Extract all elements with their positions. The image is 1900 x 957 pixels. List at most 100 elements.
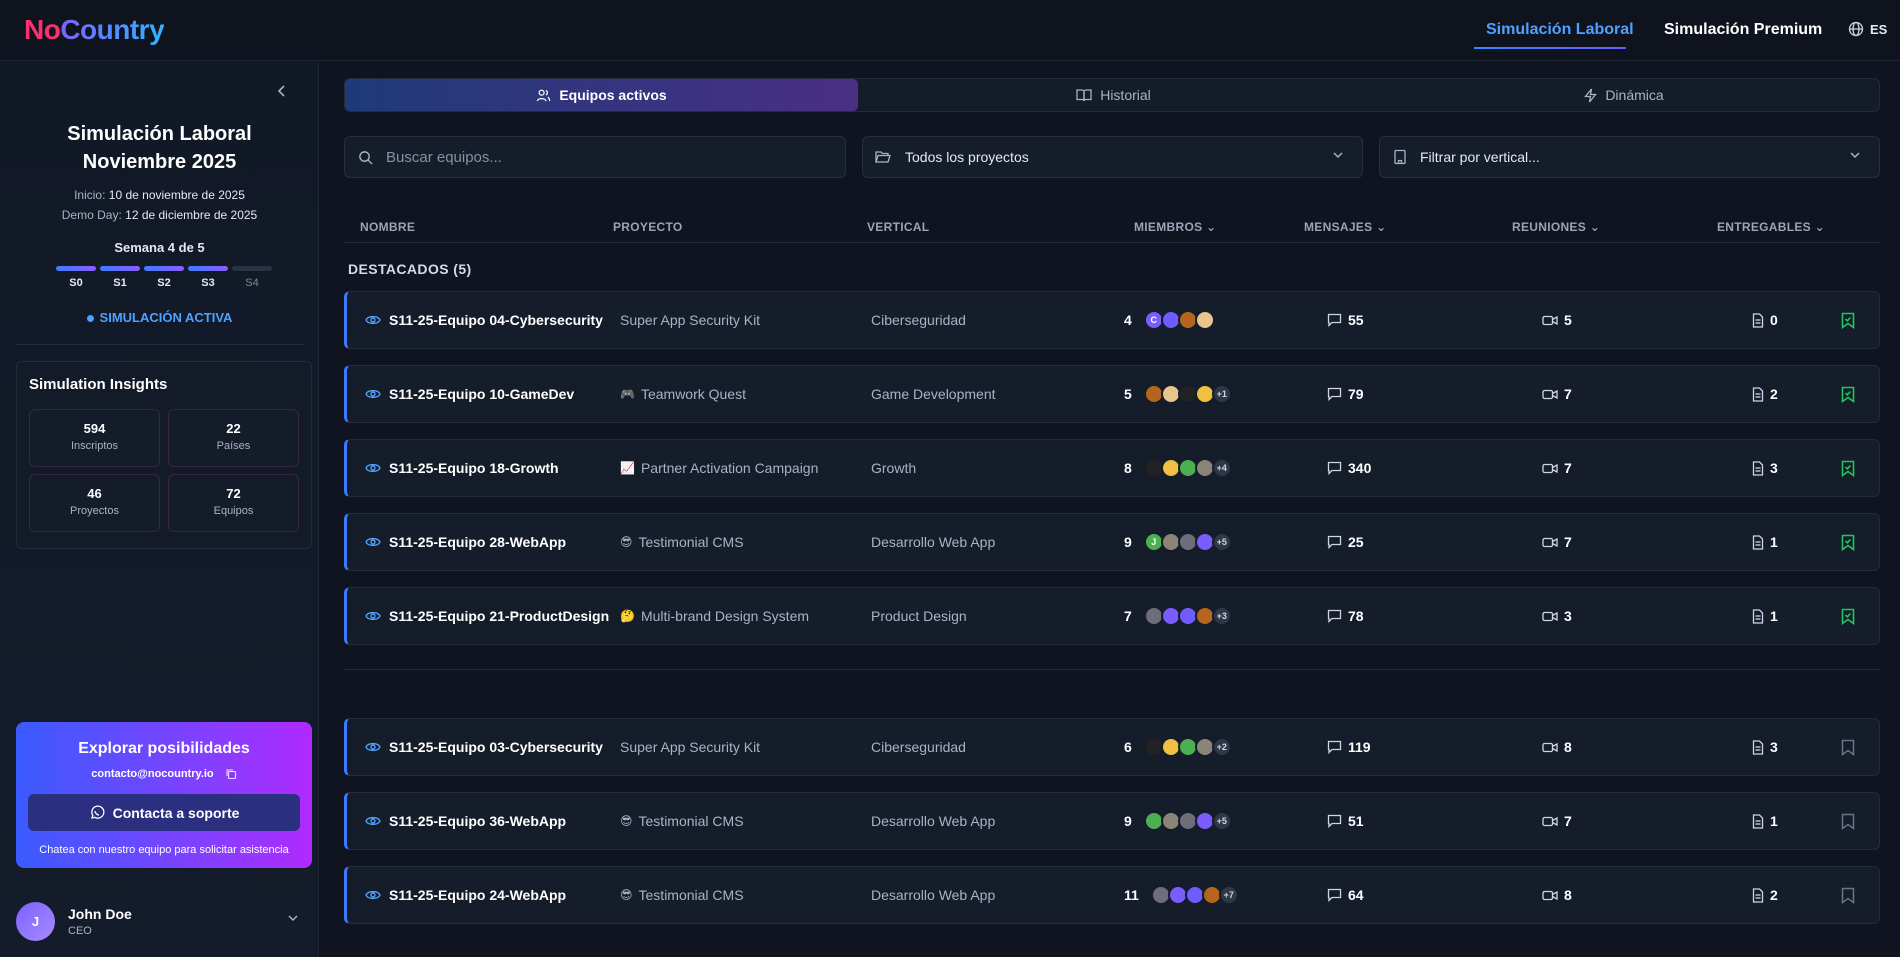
contact-support-button[interactable]: Contacta a soporte xyxy=(28,794,300,831)
member-avatars[interactable]: +3 xyxy=(1143,606,1232,626)
eye-icon[interactable] xyxy=(365,440,381,496)
tab-dinamica[interactable]: Dinámica xyxy=(1369,79,1879,111)
bookmark-check-icon[interactable] xyxy=(1841,366,1855,422)
deliverables-cell: 2 xyxy=(1752,366,1778,422)
copy-icon[interactable] xyxy=(225,768,237,780)
eye-icon[interactable] xyxy=(365,588,381,644)
bookmark-check-icon[interactable] xyxy=(1841,440,1855,496)
table-row[interactable]: S11-25-Equipo 36-WebApp 😎 Testimonial CMS D… xyxy=(344,792,1880,850)
messages-cell: 78 xyxy=(1327,588,1387,644)
column-header-reuniones[interactable]: REUNIONES ⌄ xyxy=(1512,220,1600,234)
column-header-mensajes[interactable]: MENSAJES ⌄ xyxy=(1304,220,1386,234)
team-name[interactable]: S11-25-Equipo 28-WebApp xyxy=(389,514,566,570)
eye-icon[interactable] xyxy=(365,719,381,775)
simulation-month: Noviembre 2025 xyxy=(82,151,237,173)
sort-chevron-icon: ⌄ xyxy=(1589,220,1601,234)
search-field[interactable]: Buscar equipos... xyxy=(344,136,846,178)
bookmark-icon[interactable] xyxy=(1841,867,1855,923)
column-header-entregables[interactable]: ENTREGABLES ⌄ xyxy=(1717,220,1825,234)
explore-title: Explorar posibilidades xyxy=(78,740,250,757)
search-input[interactable]: Buscar equipos... xyxy=(386,149,502,166)
member-avatars[interactable]: +2 xyxy=(1143,737,1232,757)
tab-historial[interactable]: Historial xyxy=(858,79,1369,111)
sidebar-divider xyxy=(16,344,304,345)
team-name[interactable]: S11-25-Equipo 24-WebApp xyxy=(389,867,566,923)
member-avatar xyxy=(1194,310,1215,330)
table-row[interactable]: S11-25-Equipo 04-Cybersecurity Super App … xyxy=(344,291,1880,349)
messages-cell: 55 xyxy=(1327,292,1387,348)
team-name[interactable]: S11-25-Equipo 03-Cybersecurity xyxy=(389,719,603,775)
week-segment-label: S1 xyxy=(113,277,127,289)
project-emoji-icon: 😎 xyxy=(620,535,633,549)
week-segment-label: S2 xyxy=(157,277,171,289)
meetings-cell: 3 xyxy=(1542,588,1572,644)
nav-simulacion-laboral[interactable]: Simulación Laboral xyxy=(1486,21,1634,39)
simulation-insights-card: Simulation Insights 594 Inscriptos 22 Pa… xyxy=(16,361,312,549)
project-select[interactable]: Todos los proyectos xyxy=(862,136,1363,178)
bookmark-icon[interactable] xyxy=(1841,793,1855,849)
table-row[interactable]: S11-25-Equipo 03-Cybersecurity Super App … xyxy=(344,718,1880,776)
sort-chevron-icon: ⌄ xyxy=(1814,220,1825,234)
user-menu[interactable]: J John Doe CEO xyxy=(16,900,306,944)
team-name[interactable]: S11-25-Equipo 10-GameDev xyxy=(389,366,574,422)
message-icon xyxy=(1327,313,1342,327)
week-segment: S4 xyxy=(232,266,272,289)
collapse-sidebar-chevron-icon[interactable] xyxy=(276,84,288,98)
column-header-label: ENTREGABLES xyxy=(1717,220,1811,234)
nav-simulacion-premium[interactable]: Simulación Premium xyxy=(1664,21,1822,39)
book-open-icon xyxy=(1076,88,1092,102)
table-row[interactable]: S11-25-Equipo 18-Growth 📈 Partner Activati… xyxy=(344,439,1880,497)
eye-icon[interactable] xyxy=(365,867,381,923)
insights-title: Simulation Insights xyxy=(29,376,168,393)
team-name[interactable]: S11-25-Equipo 04-Cybersecurity xyxy=(389,292,603,348)
featured-section-label: DESTACADOS (5) xyxy=(348,261,472,277)
more-members-badge: +7 xyxy=(1218,885,1239,905)
bookmark-check-icon[interactable] xyxy=(1841,514,1855,570)
week-segment-bar xyxy=(100,266,140,271)
top-navbar: NoCountry Simulación Laboral Simulación … xyxy=(0,0,1900,61)
table-row[interactable]: S11-25-Equipo 21-ProductDesign 🤔 Multi-bra… xyxy=(344,587,1880,645)
week-segment-bar xyxy=(188,266,228,271)
table-row[interactable]: S11-25-Equipo 10-GameDev 🎮 Teamwork Quest G… xyxy=(344,365,1880,423)
video-icon xyxy=(1542,816,1558,827)
column-header-miembros[interactable]: MIEMBROS ⌄ xyxy=(1134,220,1216,234)
week-segment-bar xyxy=(232,266,272,271)
eye-icon[interactable] xyxy=(365,514,381,570)
vertical-select[interactable]: Filtrar por vertical... xyxy=(1379,136,1880,178)
tab-label: Historial xyxy=(1100,87,1151,103)
nocountry-logo[interactable]: NoCountry xyxy=(24,14,165,46)
member-avatars[interactable]: C xyxy=(1143,310,1215,330)
team-name[interactable]: S11-25-Equipo 36-WebApp xyxy=(389,793,566,849)
meeting-count: 7 xyxy=(1564,813,1572,829)
eye-icon[interactable] xyxy=(365,793,381,849)
deliverables-cell: 1 xyxy=(1752,514,1778,570)
eye-icon[interactable] xyxy=(365,292,381,348)
tab-equipos-activos[interactable]: Equipos activos xyxy=(345,79,858,111)
member-avatars[interactable]: +7 xyxy=(1150,885,1239,905)
member-avatars[interactable]: +1 xyxy=(1143,384,1232,404)
team-name[interactable]: S11-25-Equipo 21-ProductDesign xyxy=(389,588,609,644)
table-row[interactable]: S11-25-Equipo 24-WebApp 😎 Testimonial CMS D… xyxy=(344,866,1880,924)
sort-chevron-icon: ⌄ xyxy=(1376,220,1387,234)
message-count: 64 xyxy=(1348,887,1364,903)
eye-icon[interactable] xyxy=(365,366,381,422)
chevron-down-icon xyxy=(1849,149,1861,161)
bookmark-check-icon[interactable] xyxy=(1841,292,1855,348)
start-date-label: Inicio: xyxy=(74,188,106,202)
bookmark-icon[interactable] xyxy=(1841,719,1855,775)
member-avatars[interactable]: +4 xyxy=(1143,458,1232,478)
project-name: Testimonial CMS xyxy=(638,813,744,829)
more-members-badge: +3 xyxy=(1211,606,1232,626)
week-segment-label: S3 xyxy=(201,277,215,289)
member-avatars[interactable]: J +5 xyxy=(1143,532,1232,552)
message-icon xyxy=(1327,387,1342,401)
member-avatars[interactable]: +5 xyxy=(1143,811,1232,831)
stat-label: Inscriptos xyxy=(70,440,119,452)
message-count: 79 xyxy=(1348,386,1364,402)
message-icon xyxy=(1327,461,1342,475)
table-row[interactable]: S11-25-Equipo 28-WebApp 😎 Testimonial CMS D… xyxy=(344,513,1880,571)
deliverable-count: 3 xyxy=(1770,739,1778,755)
bookmark-check-icon[interactable] xyxy=(1841,588,1855,644)
team-name[interactable]: S11-25-Equipo 18-Growth xyxy=(389,440,559,496)
language-selector[interactable]: ES xyxy=(1848,21,1887,37)
